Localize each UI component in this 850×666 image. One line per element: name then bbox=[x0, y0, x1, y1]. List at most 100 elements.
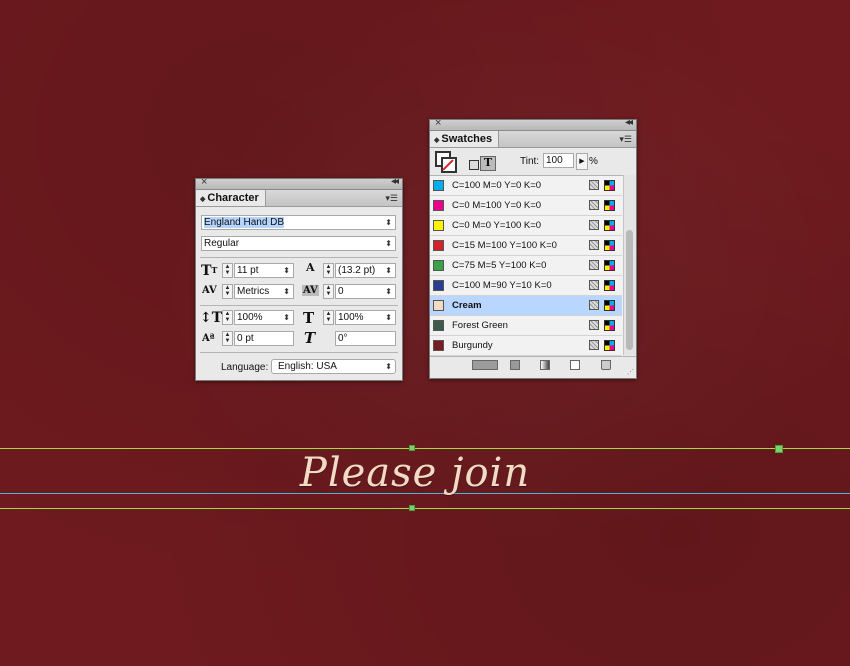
dropdown-arrows-icon[interactable]: ⬍ bbox=[385, 285, 392, 298]
swatch-name: C=15 M=100 Y=100 K=0 bbox=[452, 240, 557, 251]
close-icon[interactable]: × bbox=[435, 117, 441, 129]
font-size-field[interactable]: 11 pt ⬍ bbox=[234, 263, 294, 278]
language-value: English: USA bbox=[278, 361, 337, 372]
swatch-color-chip bbox=[433, 320, 444, 331]
swatch-name: C=100 M=0 Y=0 K=0 bbox=[452, 180, 542, 191]
panel-titlebar[interactable]: × ◂◂ bbox=[430, 117, 636, 131]
swatch-name: C=75 M=5 Y=100 K=0 bbox=[452, 260, 547, 271]
resize-grip-icon[interactable]: ⋰ bbox=[627, 368, 634, 376]
swatch-row[interactable]: Burgundy bbox=[430, 336, 622, 356]
fill-stroke-icon[interactable] bbox=[435, 151, 457, 173]
skew-field[interactable]: 0° bbox=[335, 331, 396, 346]
tint-unit: % bbox=[589, 156, 598, 167]
collapse-icon[interactable]: ◂◂ bbox=[625, 117, 633, 128]
frame-handle-bottom[interactable] bbox=[409, 505, 415, 511]
swatch-row[interactable]: Cream bbox=[430, 296, 622, 316]
panel-tab-row: ◆ Character ▾☰ bbox=[196, 190, 402, 207]
show-color-swatches-icon[interactable] bbox=[510, 360, 520, 370]
tracking-field[interactable]: 0 ⬍ bbox=[335, 284, 396, 299]
font-size-stepper[interactable]: ▲ ▼ bbox=[222, 263, 233, 278]
tab-character[interactable]: ◆ Character bbox=[196, 190, 266, 206]
dropdown-arrows-icon[interactable]: ⬍ bbox=[385, 311, 392, 324]
swatch-name: C=100 M=90 Y=10 K=0 bbox=[452, 280, 552, 291]
swatch-name: Cream bbox=[452, 300, 482, 311]
swatch-scrollbar[interactable] bbox=[623, 175, 636, 355]
close-icon[interactable]: × bbox=[201, 176, 207, 188]
swatch-row[interactable]: C=75 M=5 Y=100 K=0 bbox=[430, 256, 622, 276]
swatch-color-chip bbox=[433, 280, 444, 291]
tab-swatches[interactable]: ◆ Swatches bbox=[430, 131, 500, 147]
swatch-color-chip bbox=[433, 300, 444, 311]
updown-icon: ◆ bbox=[200, 196, 206, 203]
tracking-icon: AV bbox=[302, 285, 319, 296]
scrollbar-thumb[interactable] bbox=[626, 230, 633, 350]
panel-menu-icon[interactable]: ▾☰ bbox=[619, 134, 632, 145]
swatch-color-chip bbox=[433, 260, 444, 271]
swatch-name: C=0 M=0 Y=100 K=0 bbox=[452, 220, 542, 231]
baseline-shift-stepper[interactable]: ▲ ▼ bbox=[222, 331, 233, 346]
spot-process-icon bbox=[589, 180, 599, 190]
dropdown-arrows-icon[interactable]: ⬍ bbox=[385, 360, 392, 373]
swatch-color-chip bbox=[433, 180, 444, 191]
leading-icon: A bbox=[306, 261, 315, 274]
cmyk-mode-icon bbox=[604, 300, 615, 311]
divider bbox=[200, 257, 398, 258]
spot-process-icon bbox=[589, 320, 599, 330]
language-label: Language: bbox=[221, 362, 269, 373]
dropdown-arrows-icon[interactable]: ⬍ bbox=[283, 285, 290, 298]
swatch-row[interactable]: C=100 M=90 Y=10 K=0 bbox=[430, 276, 622, 296]
leading-stepper[interactable]: ▲ ▼ bbox=[323, 263, 334, 278]
collapse-icon[interactable]: ◂◂ bbox=[391, 176, 399, 187]
headline-text[interactable]: Please join bbox=[0, 450, 830, 496]
text-format-icon[interactable]: T bbox=[480, 156, 496, 171]
baseline-shift-icon: Aª bbox=[202, 333, 215, 344]
show-gradient-swatches-icon[interactable] bbox=[540, 360, 550, 370]
swatch-name: Forest Green bbox=[452, 320, 508, 331]
horizontal-scale-field[interactable]: 100% ⬍ bbox=[335, 310, 396, 325]
cmyk-mode-icon bbox=[604, 260, 615, 271]
baseline-shift-field[interactable]: 0 pt bbox=[234, 331, 294, 346]
vertical-scale-field[interactable]: 100% ⬍ bbox=[234, 310, 294, 325]
tracking-stepper[interactable]: ▲ ▼ bbox=[323, 284, 334, 299]
spot-process-icon bbox=[589, 280, 599, 290]
trash-icon[interactable] bbox=[601, 360, 611, 370]
container-format-icon[interactable] bbox=[469, 160, 479, 170]
swatch-name: C=0 M=100 Y=0 K=0 bbox=[452, 200, 542, 211]
vertical-scale-stepper[interactable]: ▲ ▼ bbox=[222, 310, 233, 325]
cmyk-mode-icon bbox=[604, 280, 615, 291]
swatch-row[interactable]: Forest Green bbox=[430, 316, 622, 336]
swatch-row[interactable]: C=0 M=100 Y=0 K=0 bbox=[430, 196, 622, 216]
cmyk-mode-icon bbox=[604, 180, 615, 191]
show-all-swatches-icon[interactable] bbox=[472, 360, 498, 370]
font-style-field[interactable]: Regular ⬍ bbox=[201, 236, 396, 251]
font-family-field[interactable]: England Hand DB ⬍ bbox=[201, 215, 396, 230]
panel-menu-icon[interactable]: ▾☰ bbox=[385, 193, 398, 204]
dropdown-arrows-icon[interactable]: ⬍ bbox=[385, 216, 392, 229]
dropdown-arrows-icon[interactable]: ⬍ bbox=[385, 237, 392, 250]
language-select[interactable]: English: USA ⬍ bbox=[271, 359, 396, 374]
panel-titlebar[interactable]: × ◂◂ bbox=[196, 176, 402, 190]
tint-field[interactable]: 100 bbox=[543, 153, 574, 168]
kerning-stepper[interactable]: ▲ ▼ bbox=[222, 284, 233, 299]
panel-tab-row: ◆ Swatches ▾☰ bbox=[430, 131, 636, 148]
spot-process-icon bbox=[589, 260, 599, 270]
tint-arrow-button[interactable]: ▶ bbox=[576, 153, 588, 170]
horizontal-scale-icon: T bbox=[303, 309, 315, 327]
dropdown-arrows-icon[interactable]: ⬍ bbox=[283, 264, 290, 277]
swatch-toolbar bbox=[430, 356, 636, 373]
divider bbox=[200, 305, 398, 306]
new-swatch-icon[interactable] bbox=[570, 360, 580, 370]
tracking-value: 0 bbox=[338, 286, 344, 297]
font-family-value: England Hand DB bbox=[204, 217, 285, 228]
dropdown-arrows-icon[interactable]: ⬍ bbox=[385, 264, 392, 277]
swatch-row[interactable]: C=15 M=100 Y=100 K=0 bbox=[430, 236, 622, 256]
tint-value: 100 bbox=[546, 155, 563, 166]
leading-field[interactable]: (13.2 pt) ⬍ bbox=[335, 263, 396, 278]
guide-bottom bbox=[0, 508, 850, 509]
spot-process-icon bbox=[589, 220, 599, 230]
swatch-row[interactable]: C=100 M=0 Y=0 K=0 bbox=[430, 176, 622, 196]
horizontal-scale-stepper[interactable]: ▲ ▼ bbox=[323, 310, 334, 325]
kerning-field[interactable]: Metrics ⬍ bbox=[234, 284, 294, 299]
dropdown-arrows-icon[interactable]: ⬍ bbox=[283, 311, 290, 324]
swatch-row[interactable]: C=0 M=0 Y=100 K=0 bbox=[430, 216, 622, 236]
